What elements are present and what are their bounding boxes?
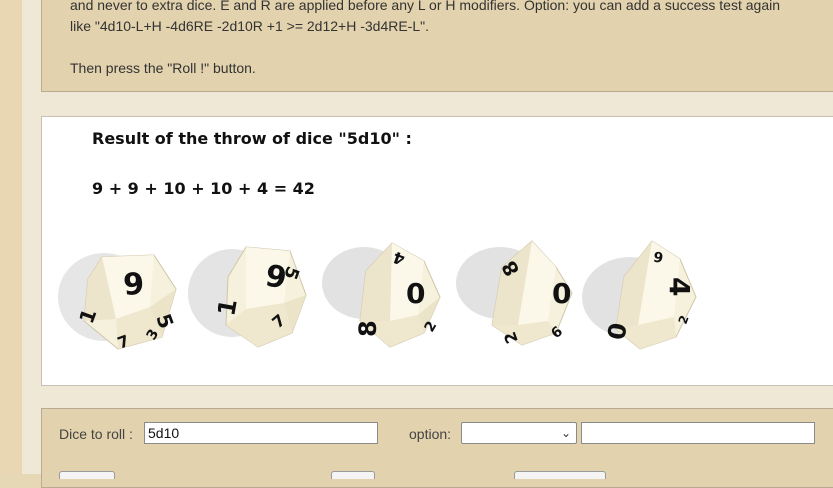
die-image-3: 0 4 8 2 bbox=[322, 242, 441, 348]
instructions-panel: and never to extra dice. E and R are app… bbox=[41, 0, 833, 92]
die-image-1: 9 5 1 7 3 bbox=[58, 253, 179, 353]
left-margin bbox=[0, 0, 22, 474]
die-5-face-top: 4 bbox=[663, 277, 696, 296]
die-4-face-top: 0 bbox=[552, 277, 571, 310]
die-3-face-left: 8 bbox=[354, 320, 382, 337]
instructions-line-2: like "4d10-L+H -4d6RE -2d10R +1 >= 2d12+… bbox=[70, 18, 429, 34]
form-button-2[interactable] bbox=[331, 471, 375, 479]
form-button-3[interactable] bbox=[514, 471, 606, 479]
dice-to-roll-input[interactable]: 5d10 bbox=[144, 422, 378, 444]
form-button-1[interactable] bbox=[59, 471, 115, 479]
option-label: option: bbox=[409, 426, 452, 442]
dice-images: 9 5 1 7 3 9 5 1 7 0 4 8 2 0 8 2 6 4 6 0 … bbox=[54, 237, 734, 357]
die-1-face-top: 9 bbox=[122, 267, 145, 303]
die-4-face-bottom: 6 bbox=[548, 324, 566, 343]
option-text-input[interactable] bbox=[581, 422, 815, 444]
die-image-2: 9 5 1 7 bbox=[188, 246, 307, 348]
dice-to-roll-label: Dice to roll : bbox=[59, 426, 133, 442]
die-3-face-top: 0 bbox=[406, 277, 425, 310]
result-equation: 9 + 9 + 10 + 10 + 4 = 42 bbox=[92, 179, 315, 198]
result-panel: Result of the throw of dice "5d10" : 9 +… bbox=[41, 116, 833, 386]
die-image-4: 0 8 4 2 6 bbox=[456, 240, 573, 346]
instructions-line-1: and never to extra dice. E and R are app… bbox=[70, 0, 781, 13]
roll-form: Dice to roll : 5d10 option: ⌄ bbox=[41, 408, 833, 488]
option-select[interactable]: ⌄ bbox=[461, 422, 577, 444]
chevron-down-icon: ⌄ bbox=[560, 426, 571, 440]
die-image-5: 4 6 0 2 bbox=[582, 240, 697, 350]
result-title: Result of the throw of dice "5d10" : bbox=[92, 129, 412, 148]
instructions-line-3: Then press the "Roll !" button. bbox=[70, 60, 256, 76]
